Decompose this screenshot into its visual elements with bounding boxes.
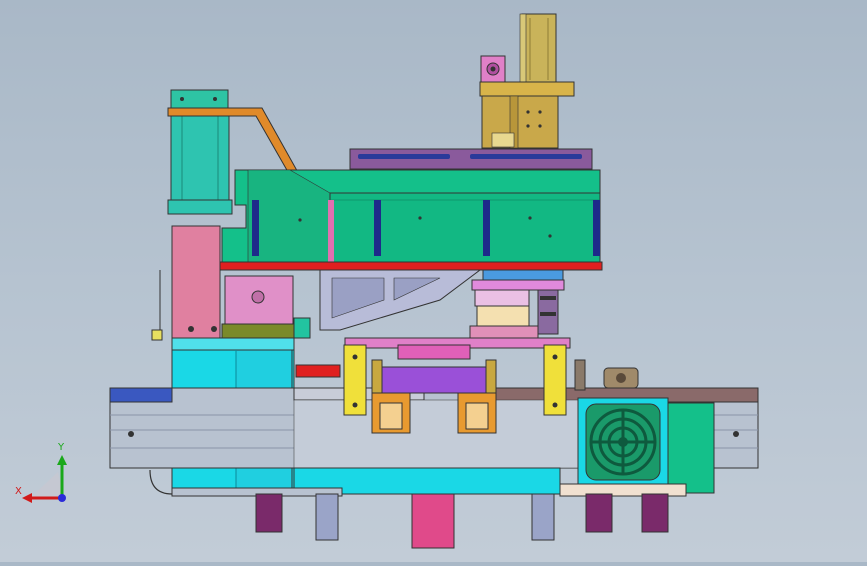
triad-x-label: X [15,486,22,497]
z-axis-dot [58,494,66,502]
pink-gear-box [221,275,311,339]
red-base-beam [171,261,603,271]
pink-left-column [151,225,221,341]
cooling-fan [577,397,715,494]
motor-bracket [479,81,575,149]
triad-y-label: Y [58,442,65,453]
top-stepper-motor [519,13,557,85]
machine-legs [255,493,669,549]
motor-coupler-block [480,55,506,83]
cable-wire [149,469,173,495]
spindle-stack [469,269,565,339]
axis-triad [22,455,67,503]
green-main-housing [221,169,601,263]
gray-truss [319,269,482,331]
rail-knob [603,367,639,389]
magenta-gantry-plate [344,337,571,360]
cad-drawing [22,13,759,549]
purple-top-plate [349,148,593,170]
cad-viewport[interactable]: Y X [0,0,867,562]
